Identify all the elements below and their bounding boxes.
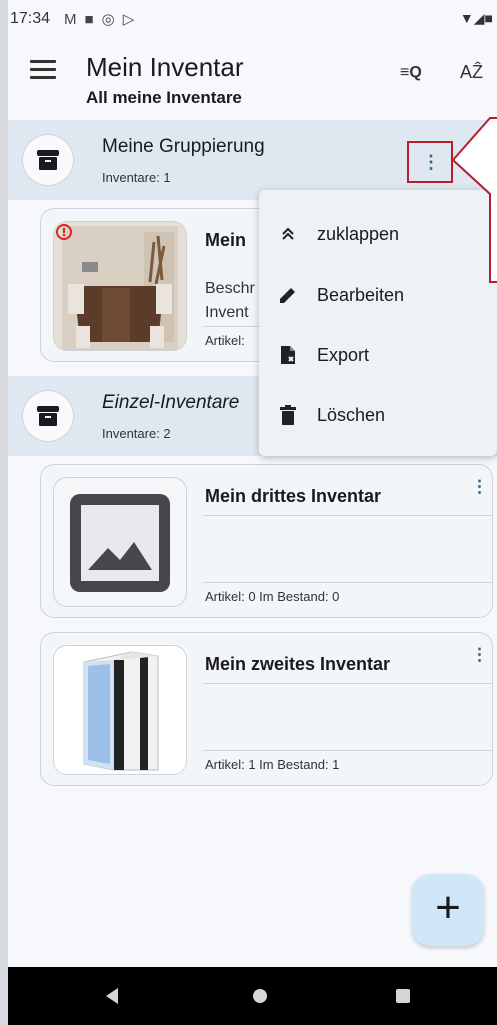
home-icon[interactable] [253,989,267,1003]
image-placeholder-icon [70,494,170,592]
inventory-stats: Artikel: 1 Im Bestand: 1 [205,757,340,772]
inventory-title: Mein zweites Inventar [205,654,391,674]
menu-item-export[interactable]: Export [259,325,497,385]
card-more-options-icon[interactable]: ⋮ [471,477,488,497]
menu-item-label: Export [317,344,370,365]
inventory-photo [53,645,187,775]
inventory-stats: Artikel: 0 Im Bestand: 0 [205,589,340,604]
group-avatar [22,390,74,442]
export-icon [259,344,317,366]
inventory-placeholder-image [53,477,187,607]
plus-icon: + [435,883,461,932]
system-navigation-bar [8,967,497,1025]
inventory-card[interactable]: Mein drittes Inventar ⋮ Artikel: 0 Im Be… [40,464,493,618]
menu-item-delete[interactable]: Löschen [259,385,497,445]
group-title: Einzel-Inventare [102,392,240,413]
menu-item-label: Löschen [317,404,386,425]
annotation-callout [451,117,497,283]
inventory-title: Mein drittes Inventar [205,486,382,506]
back-icon[interactable] [106,988,118,1004]
card-more-options-icon[interactable]: ⋮ [471,645,488,665]
inventory-stats: Artikel: [205,333,245,348]
divider [203,683,493,684]
recent-apps-icon[interactable] [396,989,410,1003]
app-screen: 17:34 M ■ ◎ ▷ ▼◢■ Mein Inventar All mein… [0,0,497,1025]
divider [203,515,493,516]
add-inventory-button[interactable]: + [412,874,484,946]
pc-case-photo [54,646,186,774]
group-count: Inventare: 2 [102,426,171,441]
divider [203,750,493,751]
archive-box-icon [37,406,59,426]
trash-icon [259,404,317,426]
description-line: Invent [205,304,249,321]
inventory-card[interactable]: Mein zweites Inventar ⋮ Artikel: 1 Im Be… [40,632,493,786]
divider [203,582,493,583]
